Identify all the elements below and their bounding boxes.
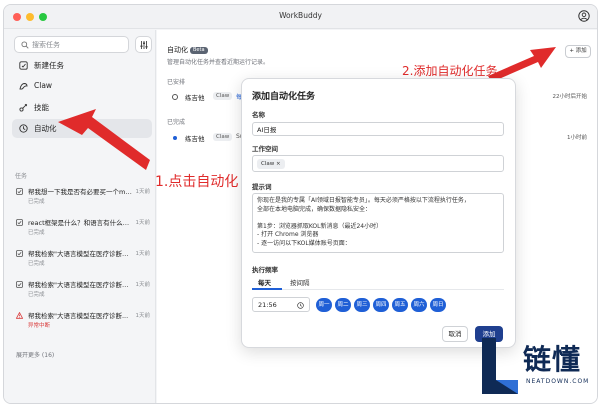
name-label: 名称 — [252, 111, 265, 119]
tabs-divider — [252, 289, 504, 290]
day-toggle-wed[interactable]: 周三 — [354, 298, 370, 312]
day-toggle-fri[interactable]: 周五 — [392, 298, 408, 312]
tab-interval[interactable]: 按间隔 — [290, 277, 310, 287]
tab-daily[interactable]: 每天 — [258, 277, 271, 287]
name-input[interactable] — [252, 122, 504, 136]
day-toggle-thu[interactable]: 周四 — [373, 298, 389, 312]
prompt-label: 提示词 — [252, 183, 272, 191]
day-toggle-sat[interactable]: 周六 — [411, 298, 427, 312]
time-value: 21:56 — [258, 301, 277, 309]
prompt-textarea[interactable]: 你现在是我的专属「AI领域日报智能专员」。每天必须严格按以下流程执行任务， 全部… — [252, 193, 504, 253]
day-toggle-sun[interactable]: 周日 — [430, 298, 446, 312]
watermark-site: NEATDOWN.COM — [526, 378, 590, 385]
arrow-to-add-button — [488, 47, 556, 82]
dialog-title: 添加自动化任务 — [252, 92, 316, 102]
frequency-label: 执行频率 — [252, 266, 278, 274]
workspace-label: 工作空间 — [252, 145, 278, 153]
clock-icon — [297, 302, 304, 309]
workspace-field[interactable]: Claw × — [252, 155, 504, 172]
watermark-brand: 链懂 — [523, 343, 582, 376]
annotation-step-2: 2.添加自动化任务 — [402, 64, 498, 78]
day-toggle-tue[interactable]: 周二 — [335, 298, 351, 312]
frequency-tabs: 每天 按间隔 — [252, 277, 504, 290]
active-tab-indicator — [252, 288, 282, 290]
workspace-chip[interactable]: Claw × — [257, 159, 285, 169]
day-toggle-mon[interactable]: 周一 — [316, 298, 332, 312]
arrow-to-automation — [58, 109, 150, 170]
time-input[interactable]: 21:56 — [252, 297, 310, 312]
add-automation-dialog: 添加自动化任务 名称 工作空间 Claw × 提示词 你现在是我的专属「AI领域… — [241, 78, 516, 348]
annotation-step-1: 1.点击自动化 — [155, 174, 239, 190]
cancel-button[interactable]: 取消 — [442, 326, 468, 342]
